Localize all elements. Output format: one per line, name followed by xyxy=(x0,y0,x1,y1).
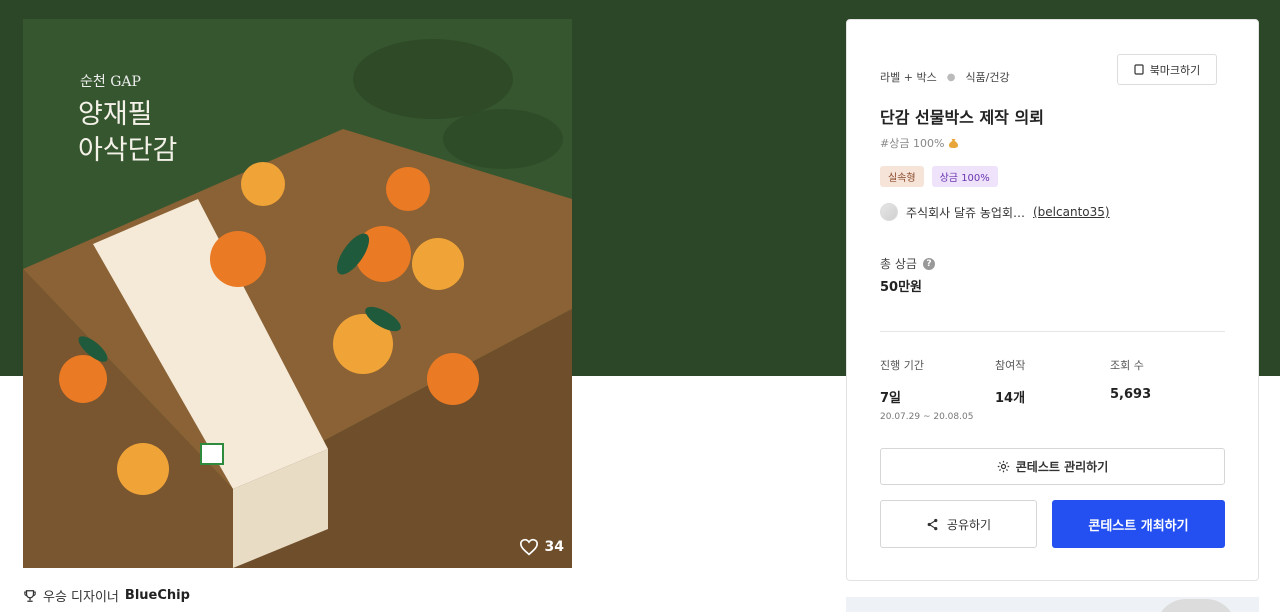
stat-duration-label: 진행 기간 xyxy=(880,359,924,372)
help-icon[interactable]: ? xyxy=(922,257,935,270)
stat-entries: 참여작 14개 xyxy=(995,357,1025,406)
company-avatar xyxy=(880,203,898,221)
manage-contest-button[interactable]: 콘테스트 관리하기 xyxy=(880,448,1225,485)
divider xyxy=(880,331,1225,332)
host-contest-button[interactable]: 콘테스트 개최하기 xyxy=(1052,500,1225,548)
stat-views: 조회 수 5,693 xyxy=(1110,357,1151,402)
total-prize-value: 50만원 xyxy=(880,280,923,295)
contest-badges: 실속형 상금 100% xyxy=(880,166,998,187)
host-company[interactable]: 주식회사 달쥬 농업회… (belcanto35) xyxy=(880,203,1110,221)
category-secondary[interactable]: 식품/건강 xyxy=(965,69,1009,85)
contest-title: 단감 선물박스 제작 의뢰 xyxy=(880,108,1044,127)
prize-label-text: 총 상금 xyxy=(880,257,917,271)
stat-duration-dates: 20.07.29 ~ 20.08.05 xyxy=(880,412,974,422)
bookmark-label: 북마크하기 xyxy=(1149,63,1201,77)
like-counter[interactable]: 34 xyxy=(519,538,564,556)
product-image[interactable]: 순천 GAP 양재필 아삭단감 34 xyxy=(23,19,572,568)
bookmark-icon xyxy=(1134,64,1144,75)
gear-icon xyxy=(997,460,1009,473)
image-caption-title: 양재필 아삭단감 xyxy=(78,99,178,166)
badge-prize: 상금 100% xyxy=(931,166,998,187)
stat-entries-value: 14개 xyxy=(995,391,1026,406)
breadcrumb-separator: ● xyxy=(946,71,956,83)
next-card-preview xyxy=(846,597,1259,612)
image-caption-small: 순천 GAP xyxy=(80,74,141,90)
stat-duration-value: 7일 xyxy=(880,391,902,406)
manage-contest-label: 콘테스트 관리하기 xyxy=(1015,460,1109,474)
bookmark-button[interactable]: 북마크하기 xyxy=(1117,54,1217,85)
like-count: 34 xyxy=(544,539,564,555)
winner-label: 우승 디자이너 xyxy=(43,590,119,605)
category-primary[interactable]: 라벨 + 박스 xyxy=(880,69,937,85)
preview-graphic xyxy=(1156,599,1236,612)
host-contest-label: 콘테스트 개최하기 xyxy=(1088,518,1189,534)
winner-designer: 우승 디자이너 BlueChip xyxy=(23,586,190,605)
heart-icon[interactable] xyxy=(519,538,539,556)
category-breadcrumb: 라벨 + 박스 ● 식품/건강 xyxy=(880,69,1010,85)
share-label: 공유하기 xyxy=(946,517,992,532)
hashtag-text: #상금 100% xyxy=(880,137,945,150)
total-prize-label: 총 상금 ? xyxy=(880,255,935,272)
share-icon xyxy=(927,518,938,530)
company-name[interactable]: 주식회사 달쥬 농업회… xyxy=(906,204,1025,221)
winner-name[interactable]: BlueChip xyxy=(125,588,190,603)
share-button[interactable]: 공유하기 xyxy=(880,500,1037,548)
contest-info-panel: 라벨 + 박스 ● 식품/건강 북마크하기 단감 선물박스 제작 의뢰 #상금 … xyxy=(846,19,1259,581)
stat-views-label: 조회 수 xyxy=(1110,359,1144,372)
stat-entries-label: 참여작 xyxy=(995,359,1026,372)
badge-type: 실속형 xyxy=(880,166,924,187)
prize-hashtag: #상금 100% xyxy=(880,135,959,151)
trophy-icon xyxy=(24,589,36,602)
stat-views-value: 5,693 xyxy=(1110,387,1152,402)
stat-duration: 진행 기간 7일 20.07.29 ~ 20.08.05 xyxy=(880,357,973,422)
company-handle[interactable]: (belcanto35) xyxy=(1033,205,1110,219)
money-bag-icon xyxy=(949,139,959,148)
